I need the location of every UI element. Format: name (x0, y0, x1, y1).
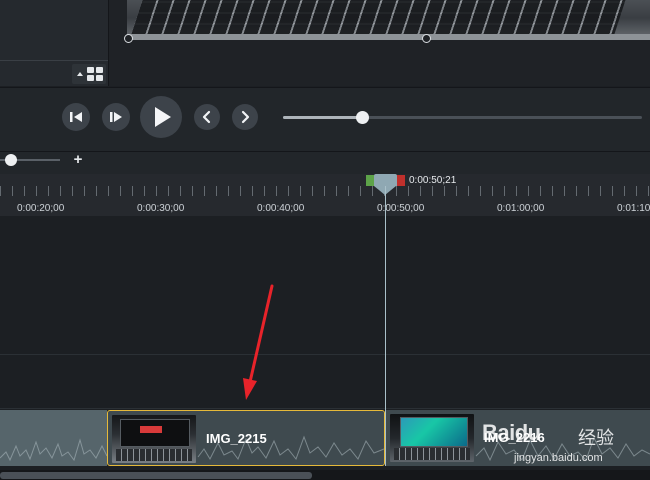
ruler-label: 0:01:00;00 (497, 203, 545, 214)
playhead-line (385, 186, 386, 466)
previous-button[interactable] (194, 104, 220, 130)
zoom-in-button[interactable]: + (71, 151, 85, 169)
watermark-brand-cn: 经验 (578, 428, 614, 449)
timeline-toolbar (0, 151, 650, 174)
next-button[interactable] (232, 104, 258, 130)
playhead-time: 0:00:50;21 (409, 175, 457, 186)
audio-waveform-clip[interactable] (0, 410, 107, 466)
step-back-icon (70, 112, 82, 122)
playhead-handle[interactable] (374, 174, 397, 186)
step-back-button[interactable] (62, 103, 90, 131)
laptop-edge-image (127, 34, 650, 40)
panel-divider (0, 60, 108, 61)
caret-up-icon (77, 72, 83, 76)
chevron-right-icon (241, 110, 250, 124)
zoom-slider-handle[interactable] (5, 154, 17, 166)
track-divider (0, 354, 650, 355)
resize-handle-bottom-middle[interactable] (422, 34, 431, 43)
playback-controls-bar (0, 87, 650, 151)
scrubber-progress (283, 116, 362, 119)
ruler-label: 0:00:30;00 (137, 203, 185, 214)
video-preview-frame[interactable] (127, 0, 650, 40)
ruler-label: 0:00:20;00 (17, 203, 65, 214)
ruler-label: 0:01:10 (617, 203, 650, 214)
ruler-ticks (0, 186, 650, 196)
scrubber-handle[interactable] (356, 111, 369, 124)
video-clip-selected[interactable]: IMG_2215 (107, 410, 385, 466)
step-forward-icon (110, 112, 122, 122)
grid-icon (87, 67, 103, 81)
scrollbar-thumb[interactable] (0, 472, 312, 479)
resize-handle-bottom-left[interactable] (124, 34, 133, 43)
selection-end-handle[interactable] (396, 175, 405, 186)
baidu-watermark: Baidu 经验 jingyan.baidu.com (478, 406, 646, 470)
watermark-url: jingyan.baidu.com (514, 452, 603, 464)
keyboard-image (131, 0, 626, 34)
ruler-label: 0:00:40;00 (257, 203, 305, 214)
play-icon (155, 107, 171, 127)
step-forward-button[interactable] (102, 103, 130, 131)
clip-name: IMG_2215 (206, 431, 267, 446)
chevron-left-icon (202, 110, 211, 124)
play-button[interactable] (140, 96, 182, 138)
waveform (0, 438, 107, 462)
annotation-arrow-icon (243, 284, 274, 400)
watermark-brand: Baidu (482, 420, 541, 445)
panel-layout-button[interactable] (72, 64, 106, 84)
